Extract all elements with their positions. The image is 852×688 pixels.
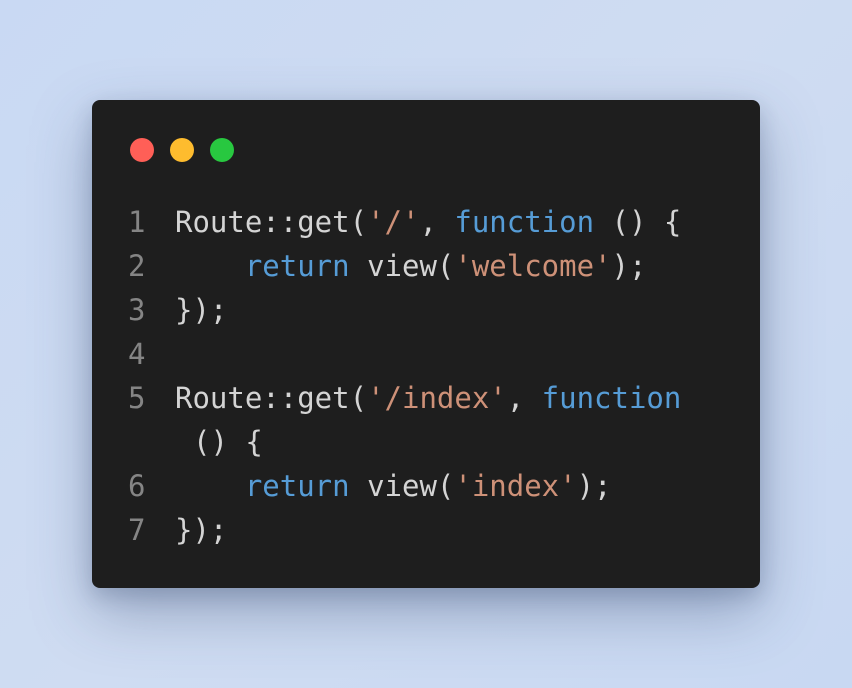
code-line: 1 Route::get('/', function () { [92,200,760,244]
code-token: }); [175,293,228,327]
code-text: return view('welcome'); [175,244,647,288]
code-block: 1 Route::get('/', function () {2 return v… [92,200,760,552]
string-token: '/index' [367,381,507,415]
maximize-dot-icon[interactable] [210,138,234,162]
code-token: view( [349,249,455,283]
code-token: () { [193,425,263,459]
traffic-lights [130,138,234,162]
code-token: Route::get( [175,381,368,415]
code-token: view( [349,469,455,503]
code-token: () { [594,205,682,239]
string-token: 'welcome' [454,249,612,283]
string-token: '/' [367,205,420,239]
line-number: 1 [128,205,146,239]
line-number: 7 [128,513,146,547]
code-token: , [506,381,542,415]
code-line: 6 return view('index'); [92,464,760,508]
line-number: 4 [128,337,146,371]
code-token: , [419,205,455,239]
code-line: 7}); [92,508,760,552]
code-text: () { [193,420,263,464]
code-token: }); [175,513,228,547]
code-line: 4 [92,332,760,376]
code-text: }); [175,288,227,332]
code-text: Route::get('/', function () { [175,200,681,244]
code-line: 2 return view('welcome'); [92,244,760,288]
code-window: 1 Route::get('/', function () {2 return v… [92,100,760,588]
close-dot-icon[interactable] [130,138,154,162]
line-number: 2 [128,249,146,283]
keyword-token: function [541,381,682,415]
string-token: 'index' [454,469,577,503]
code-line-wrapped: () { [92,420,760,464]
code-text: Route::get('/index', function [175,376,681,420]
keyword-token: return [244,249,350,283]
code-line: 3}); [92,288,760,332]
minimize-dot-icon[interactable] [170,138,194,162]
code-line: 5 Route::get('/index', function [92,376,760,420]
code-token: ); [576,469,612,503]
line-number: 5 [128,381,146,415]
code-token: ); [611,249,647,283]
code-text: return view('index'); [175,464,612,508]
keyword-token: return [244,469,350,503]
code-text: }); [175,508,227,552]
code-token: Route::get( [175,205,368,239]
line-number: 6 [128,469,146,503]
keyword-token: function [454,205,595,239]
line-number: 3 [128,293,146,327]
